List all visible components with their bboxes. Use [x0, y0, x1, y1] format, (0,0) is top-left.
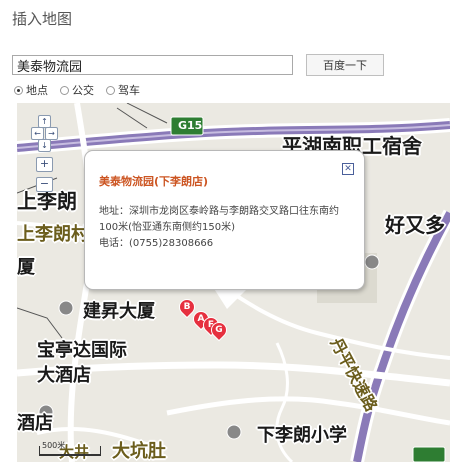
map-label-dakengzhu: 大坑肚: [112, 441, 166, 462]
search-button[interactable]: 百度一下: [306, 54, 384, 76]
map-label-xialilang-school: 下李朗小学: [257, 425, 347, 446]
mode-label: 驾车: [118, 84, 140, 97]
radio-checked-icon[interactable]: [14, 85, 23, 95]
popup-title: 美泰物流园(下李朗店): [99, 175, 209, 188]
map-scale-bar: 500米: [39, 441, 101, 456]
mode-bus-radio[interactable]: 公交: [60, 82, 94, 98]
mode-drive-radio[interactable]: 驾车: [106, 82, 140, 98]
search-input[interactable]: [12, 55, 293, 75]
mode-place-radio[interactable]: 地点: [14, 82, 48, 98]
map-label-jiudian: 酒店: [17, 413, 53, 434]
map-label-baotingda-hotel: 大酒店: [37, 365, 91, 386]
radio-icon[interactable]: [60, 85, 69, 95]
zoom-in-button[interactable]: +: [36, 157, 53, 172]
road-sign-g15: G15: [178, 119, 203, 132]
popup-address: 地址：深圳市龙岗区泰岭路与李朗路交叉路口往东南约100米(怡亚通东南侧约150米…: [99, 206, 339, 233]
popup-body: 地址：深圳市龙岗区泰岭路与李朗路交叉路口往东南约100米(怡亚通东南侧约150米…: [99, 204, 354, 252]
radio-icon[interactable]: [106, 85, 115, 95]
mode-label: 公交: [72, 84, 94, 97]
map-label-shanglilang-village: 上李朗村: [17, 224, 89, 245]
mode-radio-group: 地点 公交 驾车: [14, 82, 140, 98]
info-popup: 美泰物流园(下李朗店) ✕ 地址：深圳市龙岗区泰岭路与李朗路交叉路口往东南约10…: [84, 150, 365, 290]
map-label-sha: 厦: [17, 257, 35, 278]
map-view[interactable]: G15 平湖南职工宿舍 上李朗 上李朗村 厦 好又多 建昇大厦 宝亭达国际 大酒…: [17, 103, 450, 462]
map-label-jiansheng: 建昇大厦: [83, 301, 155, 322]
map-label-haoyouduo: 好又多: [385, 213, 445, 237]
pan-down-icon[interactable]: ↓: [38, 139, 51, 152]
zoom-out-button[interactable]: −: [36, 177, 53, 192]
popup-phone: 电话：(0755)28308666: [99, 238, 214, 249]
scale-label: 500米: [42, 441, 66, 450]
map-label-baotingda: 宝亭达国际: [37, 340, 127, 361]
mode-label: 地点: [26, 84, 48, 97]
popup-pointer: [213, 287, 249, 309]
dialog-title: 插入地图: [12, 10, 73, 28]
close-icon[interactable]: ✕: [342, 163, 354, 175]
